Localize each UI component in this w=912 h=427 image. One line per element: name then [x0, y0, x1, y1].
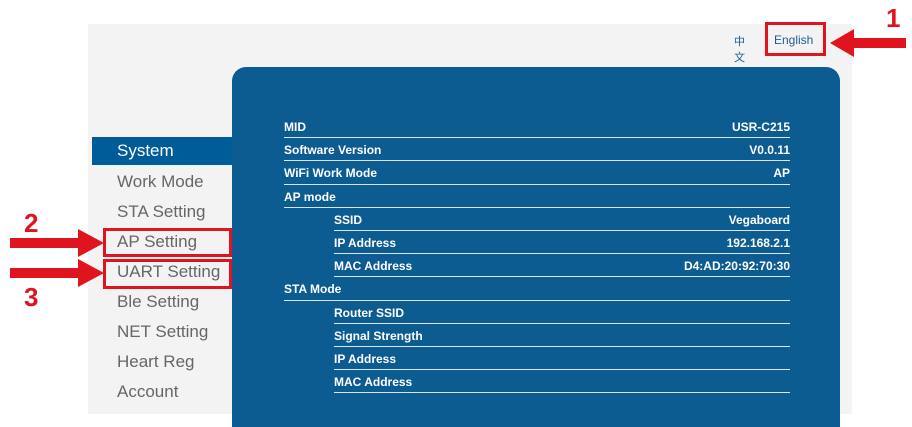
info-label: Router SSID [334, 305, 405, 320]
info-label: WiFi Work Mode [284, 166, 377, 181]
info-label: Signal Strength [334, 328, 423, 343]
info-row-ap-ip: IP Address 192.168.2.1 [334, 231, 790, 255]
info-label: IP Address [334, 235, 397, 250]
system-info-panel: MID USR-C215 Software Version V0.0.11 Wi… [232, 67, 840, 427]
system-info-table: MID USR-C215 Software Version V0.0.11 Wi… [284, 115, 790, 394]
info-section-sta-mode: STA Mode [284, 277, 790, 301]
info-value: AP [773, 166, 790, 181]
info-row-sta-ip: IP Address [334, 347, 790, 371]
info-value: D4:AD:20:92:70:30 [683, 259, 790, 274]
highlight-ap-setting [103, 228, 232, 257]
info-row-sta-router-ssid: Router SSID [334, 301, 790, 324]
arrow-right-icon [10, 229, 104, 257]
info-row-software-version: Software Version V0.0.11 [284, 138, 790, 162]
info-section-label: AP mode [284, 189, 336, 204]
info-label: Software Version [284, 143, 382, 158]
info-value: 192.168.2.1 [726, 235, 790, 250]
info-section-ap-mode: AP mode [284, 185, 790, 208]
sidebar-item-ble-setting[interactable]: Ble Setting [92, 287, 232, 317]
sidebar-item-heart-reg[interactable]: Heart Reg [92, 347, 232, 377]
sidebar-item-sta-setting[interactable]: STA Setting [92, 197, 232, 227]
sidebar-item-system[interactable]: System [92, 137, 232, 165]
info-row-sta-mac: MAC Address [334, 370, 790, 394]
sidebar-item-net-setting[interactable]: NET Setting [92, 317, 232, 347]
info-value: V0.0.11 [749, 143, 790, 158]
info-value: USR-C215 [731, 120, 790, 134]
info-value: Vegaboard [728, 212, 790, 227]
info-row-mid: MID USR-C215 [284, 115, 790, 139]
info-row-ap-ssid: SSID Vegaboard [334, 208, 790, 231]
sidebar-item-account[interactable]: Account [92, 377, 232, 407]
info-label: SSID [334, 212, 363, 227]
info-section-label: STA Mode [284, 282, 342, 297]
highlight-uart-setting [103, 259, 232, 289]
info-row-sta-signal-strength: Signal Strength [334, 324, 790, 347]
arrow-right-icon [10, 259, 104, 287]
info-row-wifi-work-mode: WiFi Work Mode AP [284, 161, 790, 185]
sidebar-item-work-mode[interactable]: Work Mode [92, 167, 232, 197]
info-label: MAC Address [334, 259, 413, 274]
info-row-ap-mac: MAC Address D4:AD:20:92:70:30 [334, 254, 790, 278]
highlight-english [765, 22, 826, 56]
lang-chinese-link[interactable]: 中文 [734, 33, 745, 65]
info-label: MID [284, 120, 306, 134]
info-label: MAC Address [334, 375, 413, 390]
info-label: IP Address [334, 351, 397, 366]
arrow-left-icon [830, 29, 906, 57]
